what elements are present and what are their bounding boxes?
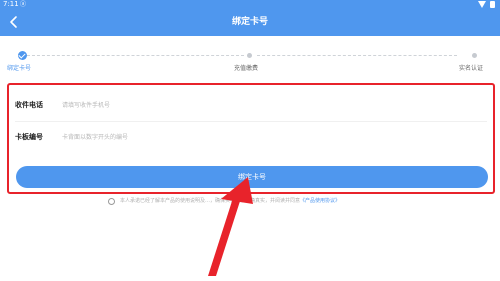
agreement-link[interactable]: 《产品使用协议》 bbox=[300, 198, 340, 204]
phone-label: 收件电话 bbox=[15, 101, 43, 109]
phone-row: 收件电话 bbox=[9, 89, 493, 121]
battery-icon bbox=[490, 1, 495, 8]
app-header: 绑定卡号 bbox=[0, 9, 500, 36]
back-icon[interactable] bbox=[5, 13, 23, 31]
card-number-row: 卡板编号 bbox=[9, 121, 493, 153]
step-connector bbox=[27, 55, 244, 56]
page-title: 绑定卡号 bbox=[231, 17, 268, 27]
status-bar: 7:11 ⓐ bbox=[0, 0, 500, 9]
agreement-checkbox[interactable] bbox=[108, 198, 115, 205]
status-time: 7:11 bbox=[3, 0, 19, 8]
step-label-recharge: 充值缴费 bbox=[234, 65, 259, 72]
agreement-text: 本人承诺已经了解本产品的使用说明及…，确保实名认证准确真实，并阅读并同意《产品使… bbox=[120, 195, 500, 207]
phone-input[interactable] bbox=[62, 97, 482, 113]
step-label-bind-card: 绑定卡号 bbox=[7, 65, 32, 72]
agreement-row: 本人承诺已经了解本产品的使用说明及…，确保实名认证准确真实，并阅读并同意《产品使… bbox=[108, 195, 500, 207]
step-label-verify: 实名认证 bbox=[459, 65, 484, 72]
agreement-body: 本人承诺已经了解本产品的使用说明及…，确保实名认证准确真实，并阅读并同意 bbox=[120, 198, 301, 204]
card-number-label: 卡板编号 bbox=[15, 133, 43, 141]
step-pending-dot-icon bbox=[247, 53, 252, 58]
notification-icon: ⓐ bbox=[20, 1, 27, 8]
wifi-icon bbox=[478, 1, 486, 8]
progress-steps: 绑定卡号 充值缴费 实名认证 bbox=[0, 36, 500, 82]
bind-card-form: 收件电话 卡板编号 绑定卡号 bbox=[7, 83, 495, 194]
step-connector bbox=[257, 55, 457, 56]
step-done-check-icon bbox=[18, 51, 27, 60]
card-number-input[interactable] bbox=[62, 129, 482, 145]
bind-card-button[interactable]: 绑定卡号 bbox=[16, 166, 488, 188]
step-pending-dot-icon bbox=[472, 53, 477, 58]
